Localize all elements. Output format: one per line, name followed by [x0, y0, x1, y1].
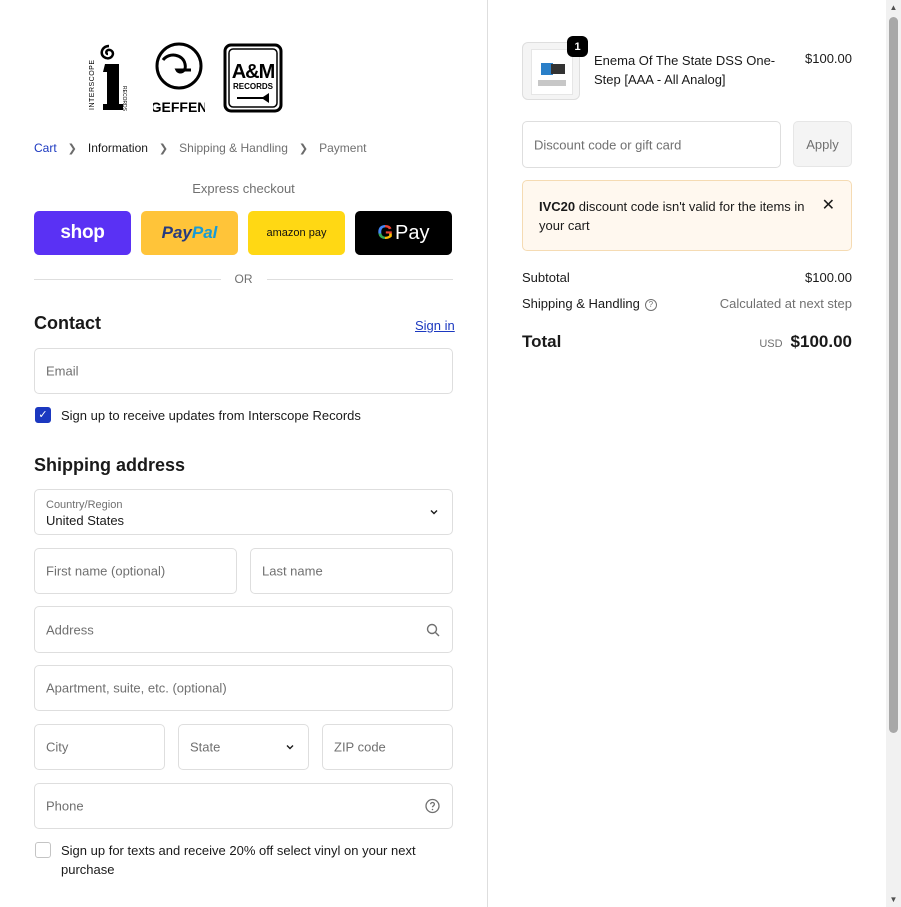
chevron-down-icon	[430, 510, 438, 515]
order-summary: 1 Enema Of The State DSS One-Step [AAA -…	[488, 0, 886, 907]
sms-checkbox[interactable]	[35, 842, 51, 858]
geffen-logo-text: GEFFEN	[153, 99, 205, 114]
phone-field[interactable]: Phone	[34, 783, 453, 829]
close-icon[interactable]: ✕	[822, 195, 835, 215]
currency-code: USD	[759, 338, 783, 350]
amazon-pay-button[interactable]: amazon pay	[248, 211, 345, 255]
scrollbar-thumb[interactable]	[889, 17, 898, 733]
am-logo-text: A&M	[232, 61, 275, 83]
breadcrumb-information: Information	[87, 141, 148, 155]
apply-discount-button[interactable]: Apply	[793, 121, 852, 167]
product-price: $100.00	[805, 51, 852, 66]
breadcrumb-cart[interactable]: Cart	[34, 141, 57, 155]
paypal-label-pay: Pay	[161, 223, 192, 242]
brand-logos: INTERSCOPE RECORDS GEFFEN A&M RECORDS	[87, 42, 283, 114]
scroll-down-arrow-icon[interactable]: ▼	[886, 892, 901, 907]
sms-label: Sign up for texts and receive 20% off se…	[61, 843, 416, 877]
checkout-main: INTERSCOPE RECORDS GEFFEN A&M RECORDS Ca…	[0, 0, 487, 907]
shop-pay-button[interactable]: shop	[34, 211, 131, 255]
alert-message: IVC20 discount code isn't valid for the …	[539, 197, 814, 235]
interscope-records-text: RECORDS	[121, 86, 127, 112]
chevron-right-icon: ❯	[67, 142, 77, 155]
chevron-down-icon	[286, 745, 294, 750]
subtotal-value: $100.00	[805, 270, 852, 285]
last-name-field[interactable]: Last name	[250, 548, 453, 594]
email-field[interactable]: Email	[34, 348, 453, 394]
discount-code-field[interactable]: Discount code or gift card	[522, 121, 781, 168]
zip-code-field[interactable]: ZIP code	[322, 724, 453, 770]
discount-error-alert: IVC20 discount code isn't valid for the …	[522, 180, 852, 251]
interscope-logo-text: INTERSCOPE	[89, 59, 96, 110]
product-name: Enema Of The State DSS One-Step [AAA - A…	[594, 53, 776, 87]
help-icon[interactable]	[425, 798, 440, 814]
google-g-icon: G	[377, 221, 394, 244]
email-placeholder: Email	[46, 363, 79, 379]
shipping-address-heading: Shipping address	[34, 455, 186, 475]
amazon-pay-label: amazon pay	[266, 227, 327, 239]
google-pay-button[interactable]: G Pay	[355, 211, 452, 255]
total-label: Total	[522, 332, 562, 351]
first-name-field[interactable]: First name (optional)	[34, 548, 237, 594]
phone-placeholder: Phone	[46, 798, 84, 814]
am-records-logo: A&M RECORDS	[223, 43, 283, 113]
country-value: United States	[46, 513, 125, 528]
divider-line	[34, 278, 221, 280]
geffen-logo: GEFFEN	[153, 42, 205, 114]
country-label: Country/Region	[46, 499, 123, 511]
breadcrumb-shipping: Shipping & Handling	[179, 141, 288, 155]
newsletter-label: Sign up to receive updates from Intersco…	[61, 408, 361, 423]
scroll-up-arrow-icon[interactable]: ▲	[886, 0, 901, 15]
total-value: $100.00	[790, 332, 852, 351]
subtotal-row: Subtotal $100.00	[522, 270, 852, 285]
zip-placeholder: ZIP code	[334, 739, 386, 755]
help-icon[interactable]: ?	[644, 298, 657, 311]
search-icon	[426, 623, 440, 636]
alert-text: discount code isn't valid for the items …	[539, 199, 805, 233]
express-checkout-buttons: shop Pay Pal amazon pay G Pay	[34, 211, 452, 255]
paypal-button[interactable]: Pay Pal	[141, 211, 238, 255]
state-placeholder: State	[190, 739, 221, 755]
sms-checkbox-row[interactable]: Sign up for texts and receive 20% off se…	[35, 841, 425, 879]
shop-pay-label: shop	[60, 222, 105, 243]
last-name-placeholder: Last name	[262, 563, 323, 579]
subtotal-label: Subtotal	[522, 270, 570, 285]
country-select[interactable]: Country/Region United States	[34, 489, 453, 535]
state-select[interactable]: State	[178, 724, 309, 770]
address-field[interactable]: Address	[34, 606, 453, 653]
chevron-right-icon: ❯	[158, 142, 169, 155]
sign-in-link[interactable]: Sign in	[415, 318, 455, 333]
divider-line	[266, 278, 453, 280]
shipping-row: Shipping & Handling? Calculated at next …	[522, 296, 852, 311]
apartment-placeholder: Apartment, suite, etc. (optional)	[46, 680, 227, 696]
total-row: Total USD $100.00	[522, 332, 852, 352]
page-scrollbar[interactable]: ▲ ▼	[886, 0, 901, 907]
or-divider: OR	[34, 272, 453, 286]
paypal-label-pal: Pal	[191, 223, 218, 242]
chevron-right-icon: ❯	[298, 142, 309, 155]
express-checkout-title: Express checkout	[192, 181, 295, 196]
city-field[interactable]: City	[34, 724, 165, 770]
first-name-placeholder: First name (optional)	[46, 563, 166, 579]
discount-placeholder: Discount code or gift card	[534, 137, 682, 152]
contact-heading: Contact	[34, 313, 101, 333]
breadcrumb: Cart ❯ Information ❯ Shipping & Handling…	[34, 141, 366, 155]
album-art	[531, 49, 573, 95]
breadcrumb-payment: Payment	[319, 141, 367, 155]
newsletter-checkbox-row[interactable]: ✓ Sign up to receive updates from Inters…	[35, 406, 455, 425]
apartment-field[interactable]: Apartment, suite, etc. (optional)	[34, 665, 453, 711]
google-pay-label: Pay	[395, 221, 430, 244]
city-placeholder: City	[46, 739, 69, 755]
am-records-text: RECORDS	[233, 82, 274, 91]
discount-code: IVC20	[539, 199, 576, 214]
product-thumbnail: 1	[522, 36, 588, 100]
shipping-label: Shipping & Handling	[522, 296, 640, 311]
address-placeholder: Address	[46, 622, 94, 637]
quantity-badge: 1	[567, 36, 588, 57]
newsletter-checkbox[interactable]: ✓	[35, 407, 51, 423]
shipping-value: Calculated at next step	[719, 296, 852, 311]
interscope-logo: INTERSCOPE RECORDS	[87, 42, 135, 114]
or-label: OR	[234, 272, 253, 286]
